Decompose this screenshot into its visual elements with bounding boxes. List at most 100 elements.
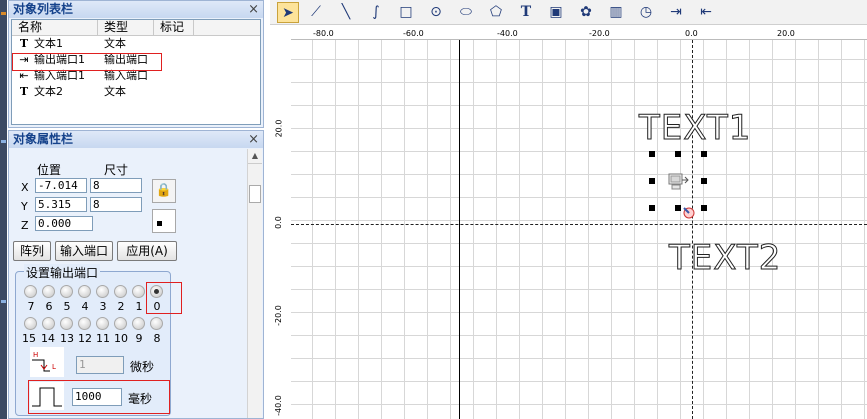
- row-name: 文本1: [34, 37, 63, 50]
- rectangle-tool-icon[interactable]: □: [395, 2, 417, 23]
- height-field[interactable]: 8: [90, 197, 142, 212]
- text-tool-icon[interactable]: T: [515, 2, 537, 23]
- properties-title: 对象属性栏: [13, 132, 74, 146]
- port-led-7[interactable]: [24, 285, 37, 298]
- anchor-point-selector[interactable]: [152, 209, 176, 233]
- barcode-tool-icon[interactable]: ▥: [605, 2, 627, 23]
- line-tool-icon[interactable]: ╲: [335, 2, 357, 23]
- port-number: 13: [60, 332, 74, 345]
- ruler-tick-label: 20.0: [274, 119, 284, 138]
- select-pointer-icon[interactable]: ➤: [277, 2, 299, 23]
- x-position-field[interactable]: -7.014: [35, 178, 87, 193]
- design-canvas[interactable]: [291, 40, 867, 419]
- vector-file-icon[interactable]: ✿: [575, 2, 597, 23]
- input-port-button[interactable]: 输入端口: [55, 241, 113, 261]
- selection-handle[interactable]: [701, 205, 707, 211]
- vertical-center-guide: [692, 40, 693, 419]
- column-header-name[interactable]: 名称: [12, 20, 98, 35]
- timer-icon[interactable]: ◷: [635, 2, 657, 23]
- column-header-mark[interactable]: 标记: [154, 20, 194, 35]
- canvas-text-object[interactable]: TEXT1: [638, 108, 751, 149]
- ruler-tick-label: 20.0: [777, 29, 795, 38]
- table-row[interactable]: T 文本1 文本: [12, 36, 260, 52]
- work-area-boundary: [459, 40, 460, 419]
- dock-marker: [1, 12, 6, 15]
- port-led-12[interactable]: [78, 317, 91, 330]
- port-led-4[interactable]: [78, 285, 91, 298]
- object-list-column-headers: 名称 类型 标记: [12, 20, 260, 36]
- output-port-group: 设置输出端口 7 6 5 4 3 2 1 0 15 14 13 12 11 10…: [15, 264, 182, 416]
- table-row[interactable]: T 文本2 文本: [12, 84, 260, 100]
- port-number: 6: [45, 300, 53, 313]
- port-led-5[interactable]: [60, 285, 73, 298]
- selection-handle[interactable]: [675, 151, 681, 157]
- apply-button[interactable]: 应用(A): [117, 241, 177, 261]
- output-port-object-icon[interactable]: [666, 172, 690, 194]
- horizontal-center-guide: [291, 224, 867, 225]
- node-edit-icon[interactable]: ⟋: [305, 2, 327, 23]
- port-led-9[interactable]: [132, 317, 145, 330]
- port-led-13[interactable]: [60, 317, 73, 330]
- scroll-up-icon[interactable]: ▲: [248, 149, 262, 164]
- y-position-field[interactable]: 5.315: [35, 197, 87, 212]
- close-icon[interactable]: ×: [248, 1, 259, 18]
- image-tool-icon[interactable]: ▣: [545, 2, 567, 23]
- object-properties-panel: 对象属性栏 × ▲ 位置 尺寸 X -7.014 8 Y 5.315 8 Z 0…: [8, 130, 264, 419]
- selection-handle[interactable]: [701, 151, 707, 157]
- circle-tool-icon[interactable]: ⊙: [425, 2, 447, 23]
- width-field[interactable]: 8: [90, 178, 142, 193]
- z-position-field[interactable]: 0.000: [35, 216, 93, 231]
- port-led-8[interactable]: [150, 317, 163, 330]
- position-label: 位置: [37, 163, 62, 177]
- level-l-label: L: [52, 363, 56, 371]
- port-number: 11: [96, 332, 110, 345]
- ruler-tick-label: -80.0: [313, 29, 334, 38]
- x-label: X: [21, 181, 29, 194]
- ruler-tick-label: 0.0: [685, 29, 698, 38]
- curve-tool-icon[interactable]: ∫: [365, 2, 387, 23]
- port-led-6[interactable]: [42, 285, 55, 298]
- drawing-toolbar: ➤ ⟋ ╲ ∫ □ ⊙ ⬭ ⬠ T ▣ ✿ ▥ ◷ ⇥ ⇤: [270, 0, 867, 25]
- ruler-tick-label: 0.0: [273, 216, 283, 229]
- input-port-tool-icon[interactable]: ⇥: [665, 2, 687, 23]
- lock-icon: 🔒: [155, 183, 173, 198]
- object-list-table: 名称 类型 标记 T 文本1 文本 ⇥ 输出端口1 输出端口 ⇤ 输入端口1 输…: [11, 19, 261, 125]
- object-list-panel: 对象列表栏 × 名称 类型 标记 T 文本1 文本 ⇥ 输出端口1 输出端口 ⇤…: [8, 0, 264, 128]
- selection-handle[interactable]: [649, 151, 655, 157]
- port-led-15[interactable]: [24, 317, 37, 330]
- pulse-width-field[interactable]: 1: [76, 356, 124, 374]
- selection-handle[interactable]: [701, 178, 707, 184]
- port-led-1[interactable]: [132, 285, 145, 298]
- port-number: 3: [99, 300, 107, 313]
- column-header-type[interactable]: 类型: [98, 20, 154, 35]
- canvas-text-object[interactable]: TEXT2: [668, 238, 781, 279]
- properties-header: 对象属性栏 ×: [9, 131, 263, 148]
- lock-aspect-button[interactable]: 🔒: [152, 179, 176, 203]
- port-number: 12: [78, 332, 92, 345]
- port-led-11[interactable]: [96, 317, 109, 330]
- port-number: 8: [153, 332, 161, 345]
- port-led-3[interactable]: [96, 285, 109, 298]
- port-led-10[interactable]: [114, 317, 127, 330]
- z-label: Z: [21, 219, 29, 232]
- selection-handle[interactable]: [649, 178, 655, 184]
- row-type: 文本: [104, 37, 126, 50]
- polygon-tool-icon[interactable]: ⬠: [485, 2, 507, 23]
- scroll-thumb[interactable]: [249, 185, 261, 203]
- selection-handle[interactable]: [649, 205, 655, 211]
- output-port-group-title: 设置输出端口: [24, 264, 101, 281]
- port-number: 4: [81, 300, 89, 313]
- array-button[interactable]: 阵列: [13, 241, 51, 261]
- ruler-tick-label: -60.0: [403, 29, 424, 38]
- ellipse-tool-icon[interactable]: ⬭: [455, 2, 477, 23]
- highlight-box-port-0: [146, 282, 182, 314]
- properties-scrollbar[interactable]: ▲: [247, 149, 262, 418]
- close-icon[interactable]: ×: [248, 131, 259, 148]
- dock-marker: [1, 140, 6, 143]
- ruler-tick-label: -20.0: [589, 29, 610, 38]
- port-led-2[interactable]: [114, 285, 127, 298]
- port-number: 10: [114, 332, 128, 345]
- port-led-14[interactable]: [42, 317, 55, 330]
- output-port-tool-icon[interactable]: ⇤: [695, 2, 717, 23]
- level-wave-graphic: H L: [32, 351, 56, 372]
